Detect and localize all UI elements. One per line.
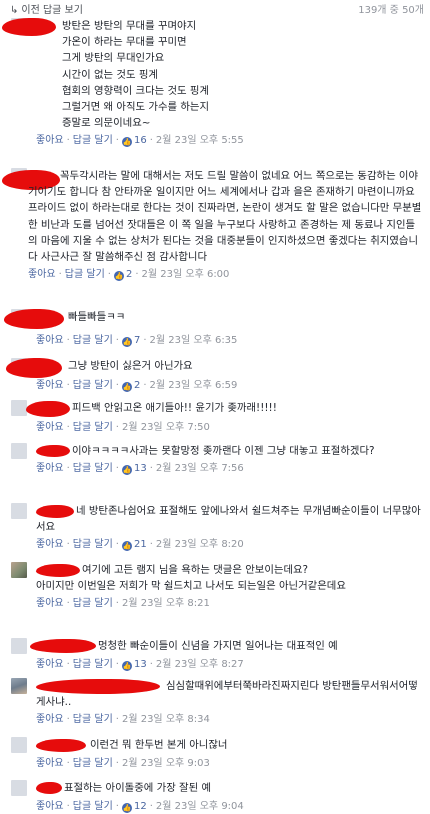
like-count[interactable]: 12 [134,801,147,812]
thumbs-up-icon: 👍 [113,271,124,282]
comment-timestamp[interactable]: 2월 23일 오후 9:04 [156,801,244,812]
comment-actions: 좋아요 · 답글 달기 · 👍 16 · 2월 23일 오후 5:55 [36,135,244,148]
comment-timestamp[interactable]: 2월 23일 오후 6:59 [150,380,238,391]
reply-link[interactable]: 답글 달기 [65,269,105,280]
like-count[interactable]: 21 [134,539,147,550]
like-link[interactable]: 좋아요 [28,269,56,280]
comment-text: 꼭두각시라는 말에 대해서는 저도 드릴 말씀이 없네요 어느 쪽으로는 동감하… [28,170,422,264]
reply-link[interactable]: 답글 달기 [73,380,113,391]
comment-text: 네 방탄존나쉽어요 표절해도 앞에나와서 쉴드쳐주는 무개념빠순이들이 너무많아… [36,505,421,534]
like-count[interactable]: 7 [134,335,140,346]
like-count[interactable]: 2 [126,269,132,280]
reply-count: 139개 중 50개 [358,4,424,16]
avatar[interactable] [11,737,27,753]
comment-timestamp[interactable]: 2월 23일 오후 8:21 [122,598,210,609]
reply-link[interactable]: 답글 달기 [73,539,113,550]
thumbs-up-icon: 👍 [121,541,132,552]
like-count[interactable]: 13 [134,463,147,474]
comment-text: 그냥 방탄이 싫은거 아닌가요 [68,360,193,372]
reply-link[interactable]: 답글 달기 [73,801,113,812]
comment-timestamp[interactable]: 2월 23일 오후 7:56 [156,463,244,474]
like-link[interactable]: 좋아요 [36,539,64,550]
like-link[interactable]: 좋아요 [36,659,64,670]
redaction-mark [36,739,86,752]
like-count[interactable]: 2 [134,380,140,391]
like-link[interactable]: 좋아요 [36,714,64,725]
like-link[interactable]: 좋아요 [36,758,64,769]
reply-link[interactable]: 답글 달기 [73,335,113,346]
reply-link[interactable]: 답글 달기 [73,135,113,146]
like-link[interactable]: 좋아요 [36,598,64,609]
avatar[interactable] [11,400,27,416]
comment-actions: 좋아요 · 답글 달기 · 2월 23일 오후 9:03 [36,758,210,769]
comment-text: 여기에 고든 램지 님을 욕하는 댓글은 안보이는데요? 아미지만 이번일은 저… [36,564,346,593]
comment-actions: 좋아요 · 답글 달기 · 👍 2 · 2월 23일 오후 6:59 [36,380,238,392]
thumbs-up-icon: 👍 [121,465,132,476]
avatar[interactable] [11,443,27,459]
thumbs-up-icon: 👍 [121,382,132,392]
comment-timestamp[interactable]: 2월 23일 오후 6:00 [142,269,230,280]
view-previous-replies-link[interactable]: ↳ 이전 답글 보기 [10,1,83,16]
redaction-mark [30,639,96,653]
comment-text: 표절하는 아이돌중에 가장 잘된 예 [64,782,212,794]
comments-header: ↳ 이전 답글 보기 139개 중 50개 [0,0,430,16]
comment-text: 피드백 안읽고온 애기들아!! 윤기가 좆까래!!!!! [72,402,277,414]
comment-timestamp[interactable]: 2월 23일 오후 8:34 [122,714,210,725]
thumbs-up-icon: 👍 [121,661,132,671]
like-link[interactable]: 좋아요 [36,135,64,146]
avatar[interactable] [11,638,27,654]
comment-actions: 좋아요 · 답글 달기 · 👍 12 · 2월 23일 오후 9:04 [36,801,244,813]
comment-actions: 좋아요 · 답글 달기 · 👍 7 · 2월 23일 오후 6:35 [36,335,238,347]
reply-link[interactable]: 답글 달기 [73,758,113,769]
avatar[interactable] [11,780,27,796]
redaction-mark [4,309,64,329]
reply-arrow-icon: ↳ [10,4,19,16]
redaction-mark [36,782,62,794]
like-link[interactable]: 좋아요 [36,380,64,391]
comment-text: 이야ㅋㅋㅋㅋ사과는 못할망정 좆까랜다 이젠 그냥 대놓고 표절하겠다? [72,445,375,457]
redaction-mark [6,358,62,378]
like-link[interactable]: 좋아요 [36,335,64,346]
comment-timestamp[interactable]: 2월 23일 오후 9:03 [122,758,210,769]
reply-link[interactable]: 답글 달기 [73,422,113,433]
like-link[interactable]: 좋아요 [36,463,64,474]
reply-link[interactable]: 답글 달기 [73,659,113,670]
comment-actions: 좋아요 · 답글 달기 · 2월 23일 오후 8:21 [36,598,210,610]
like-link[interactable]: 좋아요 [36,422,64,433]
reply-link[interactable]: 답글 달기 [73,598,113,609]
comment-actions: 좋아요 · 답글 달기 · 👍 21 · 2월 23일 오후 8:20 [36,539,244,552]
comment-actions: 좋아요 · 답글 달기 · 2월 23일 오후 8:34 [36,714,210,726]
comment-timestamp[interactable]: 2월 23일 오후 7:50 [122,422,210,433]
comment-timestamp[interactable]: 2월 23일 오후 8:20 [156,539,244,550]
reply-link[interactable]: 답글 달기 [73,463,113,474]
comment-actions: 좋아요 · 답글 달기 · 👍 13 · 2월 23일 오후 8:27 [36,659,244,671]
avatar[interactable] [11,678,27,694]
like-count[interactable]: 13 [134,659,147,670]
like-count[interactable]: 16 [134,135,147,146]
thumbs-up-icon: 👍 [121,803,132,813]
thumbs-up-icon: 👍 [121,337,132,347]
view-previous-replies-label: 이전 답글 보기 [21,4,83,16]
like-link[interactable]: 좋아요 [36,801,64,812]
comment-actions: 좋아요 · 답글 달기 · 2월 23일 오후 7:50 [36,422,210,433]
comment-timestamp[interactable]: 2월 23일 오후 6:35 [150,335,238,346]
redaction-mark [26,401,70,417]
comment-text: 심심할때위에부터쭉바라진짜지린다 방탄팬들무서워서어떻게사냐.. [36,680,418,709]
comment-text: 멍청한 빠순이들이 신념을 가지면 일어나는 대표적인 예 [98,640,338,652]
thumbs-up-icon: 👍 [121,137,132,148]
avatar[interactable] [11,562,27,578]
comment-text: 빠들빠들ㅋㅋ [68,311,126,323]
comment-text: 방탄은 방탄의 무대를 꾸며야지 가온이 하라는 무대를 꾸미면 그게 방탄의 … [62,20,210,130]
comment-actions: 좋아요 · 답글 달기 · 👍 2 · 2월 23일 오후 6:00 [28,269,230,282]
comment-text: 이런건 뭐 한두번 본게 아니잖너 [90,739,228,751]
avatar[interactable] [11,503,27,519]
reply-link[interactable]: 답글 달기 [73,714,113,725]
comment-timestamp[interactable]: 2월 23일 오후 8:27 [156,659,244,670]
comment-actions: 좋아요 · 답글 달기 · 👍 13 · 2월 23일 오후 7:56 [36,463,244,476]
comment-timestamp[interactable]: 2월 23일 오후 5:55 [156,135,244,146]
